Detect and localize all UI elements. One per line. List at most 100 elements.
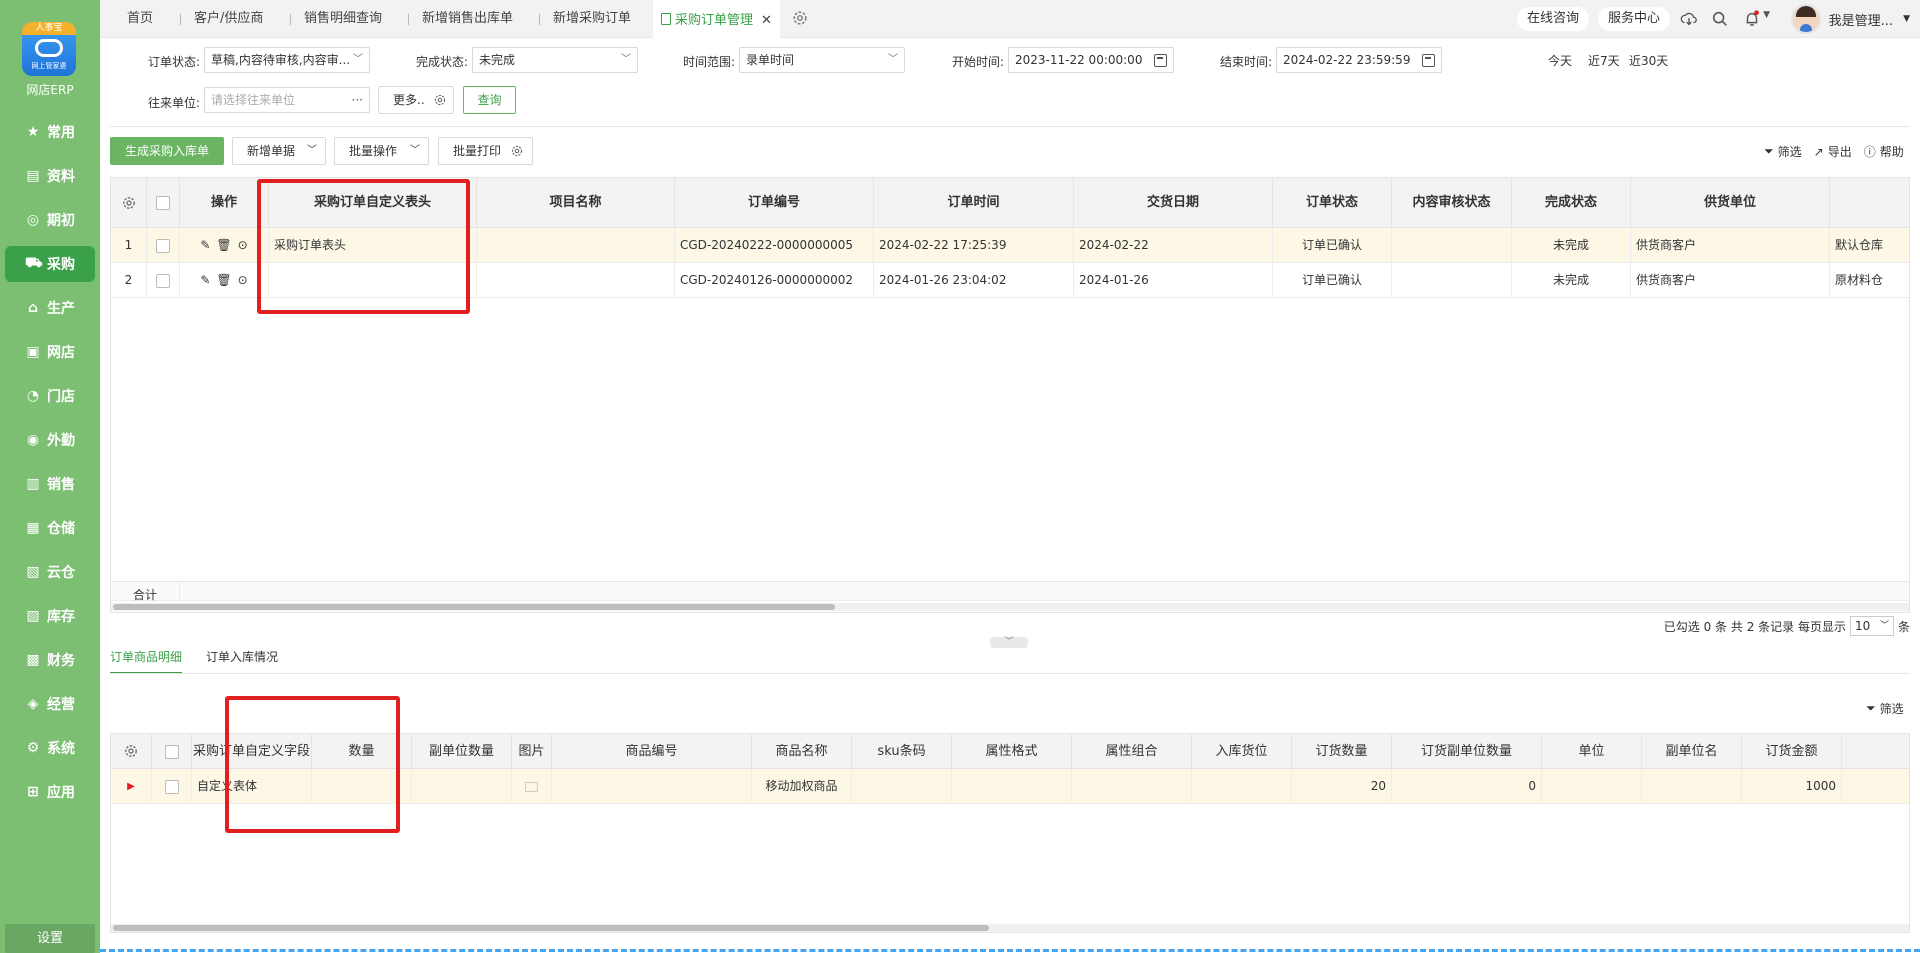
- tab-new-purchase-order[interactable]: 新增采购订单: [538, 0, 631, 38]
- search-icon[interactable]: [1711, 10, 1729, 28]
- cell-audit-status: [1392, 263, 1512, 298]
- ellipsis-icon[interactable]: ···: [352, 88, 363, 112]
- generate-inbound-button[interactable]: 生成采购入库单: [110, 137, 224, 165]
- cell-order-no[interactable]: CGD-20240126-0000000002: [675, 263, 874, 298]
- tab-new-sales-outbound[interactable]: 新增销售出库单: [407, 0, 513, 38]
- cell-location: [1192, 769, 1292, 804]
- column-settings[interactable]: [111, 734, 152, 769]
- row-checkbox-cell[interactable]: [147, 228, 180, 263]
- selected-count: 已勾选 0 条: [1663, 619, 1728, 634]
- tab-sales-detail[interactable]: 销售明细查询: [289, 0, 382, 38]
- edit-icon[interactable]: ✎: [200, 238, 210, 252]
- calendar-icon[interactable]: [1422, 54, 1435, 67]
- avatar: [1790, 4, 1821, 34]
- service-center-button[interactable]: 服务中心: [1597, 7, 1670, 31]
- sidebar-item-0[interactable]: ★ 常用: [5, 114, 95, 150]
- batch-operation-dropdown[interactable]: 批量操作 ﹀: [334, 137, 429, 165]
- edit-icon[interactable]: ✎: [200, 273, 210, 287]
- batch-print-button[interactable]: 批量打印: [438, 137, 533, 165]
- sidebar-item-15[interactable]: ⊞ 应用: [5, 774, 95, 810]
- sidebar-item-13[interactable]: ◈ 经营: [5, 686, 95, 722]
- start-time-input[interactable]: 2023-11-22 00:00:00: [1008, 47, 1174, 73]
- select-all-checkbox[interactable]: [164, 744, 179, 759]
- gear-icon: [511, 145, 523, 157]
- cloud-icon: [35, 39, 63, 57]
- sidebar-item-12[interactable]: ▩ 财务: [5, 642, 95, 678]
- sidebar-item-2[interactable]: ◎ 期初: [5, 202, 95, 238]
- app-logo[interactable]: 人事宝 网上管家婆: [22, 22, 76, 76]
- help-icon[interactable]: ⓘ: [1864, 143, 1876, 160]
- tab-purchase-order-mgmt[interactable]: 采购订单管理 ✕: [653, 0, 780, 38]
- quick-30days[interactable]: 近30天: [1629, 52, 1668, 69]
- more-icon[interactable]: ⊙: [238, 238, 248, 252]
- row-checkbox[interactable]: [156, 238, 170, 253]
- horizontal-scrollbar[interactable]: [111, 924, 1909, 932]
- scrollbar-thumb[interactable]: [113, 925, 989, 931]
- quick-today[interactable]: 今天: [1548, 52, 1572, 69]
- cell-complete-status: 未完成: [1512, 228, 1631, 263]
- sidebar-item-9[interactable]: ▦ 仓储: [5, 510, 95, 546]
- help-button[interactable]: 帮助: [1880, 143, 1904, 160]
- time-range-select[interactable]: 录单时间 ﹀: [739, 47, 905, 73]
- per-page-select[interactable]: 10 ﹀: [1849, 616, 1894, 636]
- cell-order-no[interactable]: CGD-20240222-0000000005: [675, 228, 874, 263]
- row-checkbox[interactable]: [156, 273, 170, 288]
- row-checkbox-cell[interactable]: [152, 769, 192, 804]
- calendar-icon[interactable]: [1154, 54, 1167, 67]
- filter-icon[interactable]: ⏷: [1866, 701, 1876, 716]
- trash-icon[interactable]: 🗑: [216, 238, 231, 252]
- export-icon[interactable]: ↗: [1814, 145, 1824, 159]
- time-range-value: 录单时间: [746, 53, 795, 67]
- collapse-handle[interactable]: ﹀: [990, 637, 1028, 648]
- sidebar-item-14[interactable]: ⚙ 系统: [5, 730, 95, 766]
- sidebar-item-4[interactable]: ⌂ 生产: [5, 290, 95, 326]
- settings-button[interactable]: 设置: [5, 924, 95, 953]
- column-settings[interactable]: [111, 178, 147, 228]
- order-status-select[interactable]: 草稿,内容待审核,内容审... ﹀: [204, 47, 370, 73]
- chevron-down-icon: ﹀: [307, 145, 317, 156]
- trash-icon[interactable]: 🗑: [216, 273, 231, 287]
- more-icon[interactable]: ⊙: [238, 273, 248, 287]
- col-complete-status: 完成状态: [1512, 178, 1631, 228]
- sidebar-item-7[interactable]: ◉ 外勤: [5, 422, 95, 458]
- row-checkbox[interactable]: [164, 779, 179, 794]
- new-document-dropdown[interactable]: 新增单据 ﹀: [232, 137, 326, 165]
- close-icon[interactable]: ✕: [761, 13, 772, 28]
- scrollbar-thumb[interactable]: [113, 604, 835, 610]
- sidebar-item-10[interactable]: ▧ 云仓: [5, 554, 95, 590]
- col-attr-format: 属性格式: [952, 734, 1072, 769]
- sidebar-item-6[interactable]: ◔ 门店: [5, 378, 95, 414]
- export-button[interactable]: 导出: [1828, 143, 1852, 160]
- sidebar-item-1[interactable]: ▤ 资料: [5, 158, 95, 194]
- select-all-header[interactable]: [147, 178, 180, 228]
- end-time-input[interactable]: 2024-02-22 23:59:59: [1276, 47, 1442, 73]
- sidebar-item-3[interactable]: ⛟ 采购: [5, 246, 95, 282]
- select-all-checkbox[interactable]: [156, 195, 170, 210]
- partner-input[interactable]: 请选择往来单位 ···: [204, 87, 370, 113]
- query-button[interactable]: 查询: [463, 86, 516, 114]
- user-menu[interactable]: 我是管理... ▼: [1790, 2, 1910, 36]
- detail-filter-button[interactable]: 筛选: [1880, 700, 1904, 717]
- filter-icon[interactable]: ⏷: [1764, 144, 1774, 159]
- sidebar-item-11[interactable]: ▨ 库存: [5, 598, 95, 634]
- table-body-empty: [111, 298, 1909, 588]
- complete-status-select[interactable]: 未完成 ﹀: [472, 47, 638, 73]
- online-consult-button[interactable]: 在线咨询: [1516, 7, 1589, 31]
- horizontal-scrollbar[interactable]: [111, 603, 1909, 611]
- tab-order-inbound[interactable]: 订单入库情况: [206, 646, 278, 674]
- sidebar-item-5[interactable]: ▣ 网店: [5, 334, 95, 370]
- bell-icon[interactable]: [1743, 10, 1761, 28]
- chevron-down-icon[interactable]: ▼: [1763, 10, 1770, 20]
- more-filters-button[interactable]: 更多..: [378, 86, 454, 114]
- sidebar-item-8[interactable]: ▥ 销售: [5, 466, 95, 502]
- tab-customers[interactable]: 客户/供应商: [179, 0, 263, 38]
- cloud-download-icon[interactable]: [1680, 10, 1698, 28]
- select-all-header[interactable]: [152, 734, 192, 769]
- filter-button[interactable]: 筛选: [1778, 143, 1802, 160]
- gear-icon[interactable]: [791, 9, 809, 27]
- cell-attr-format: [952, 769, 1072, 804]
- quick-7days[interactable]: 近7天: [1588, 52, 1620, 69]
- row-checkbox-cell[interactable]: [147, 263, 180, 298]
- tab-home[interactable]: 首页: [127, 0, 153, 38]
- tab-order-items[interactable]: 订单商品明细: [110, 646, 183, 674]
